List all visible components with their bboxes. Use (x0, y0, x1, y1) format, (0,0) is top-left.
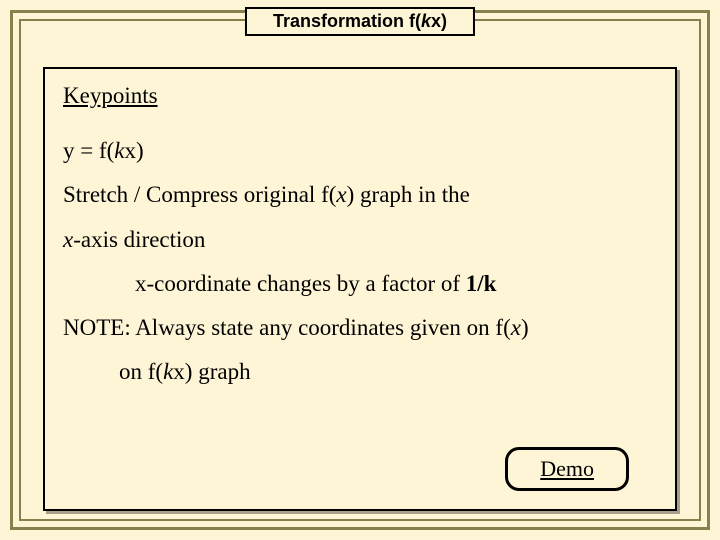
note2-a: on f( (119, 359, 163, 384)
title-var: k (421, 11, 431, 31)
equation-line: y = f(kx) (63, 131, 657, 171)
content-box: Keypoints y = f(kx) Stretch / Compress o… (43, 67, 677, 511)
coord-a: x-coordinate changes by a factor of (135, 271, 466, 296)
description-line-2: x-axis direction (63, 220, 657, 260)
desc1-c: ) graph in the (347, 182, 470, 207)
note2-b: k (163, 359, 173, 384)
eq-prefix: y = f( (63, 138, 114, 163)
note2-c: x) graph (173, 359, 250, 384)
note-line-2: on f(kx) graph (119, 352, 657, 392)
note1-c: ) (521, 315, 529, 340)
desc2-b: -axis direction (73, 227, 205, 252)
note1-a: NOTE: Always state any coordinates given… (63, 315, 511, 340)
coordinate-line: x-coordinate changes by a factor of 1/k (135, 264, 657, 304)
slide-title: Transformation f(kx) (245, 7, 475, 36)
desc2-a: x (63, 227, 73, 252)
desc1-a: Stretch / Compress original f( (63, 182, 336, 207)
title-prefix: Transformation f( (273, 11, 421, 31)
note1-b: x (511, 315, 521, 340)
keypoints-heading: Keypoints (63, 83, 657, 109)
coord-b: 1/k (466, 271, 497, 296)
title-suffix: x) (431, 11, 447, 31)
outer-frame: Transformation f(kx) Keypoints y = f(kx)… (10, 10, 710, 530)
description-line-1: Stretch / Compress original f(x) graph i… (63, 175, 657, 215)
inner-frame: Transformation f(kx) Keypoints y = f(kx)… (19, 19, 701, 521)
eq-var: k (114, 138, 124, 163)
note-line-1: NOTE: Always state any coordinates given… (63, 308, 657, 348)
demo-button[interactable]: Demo (505, 447, 629, 491)
desc1-b: x (336, 182, 346, 207)
eq-suffix: x) (125, 138, 144, 163)
